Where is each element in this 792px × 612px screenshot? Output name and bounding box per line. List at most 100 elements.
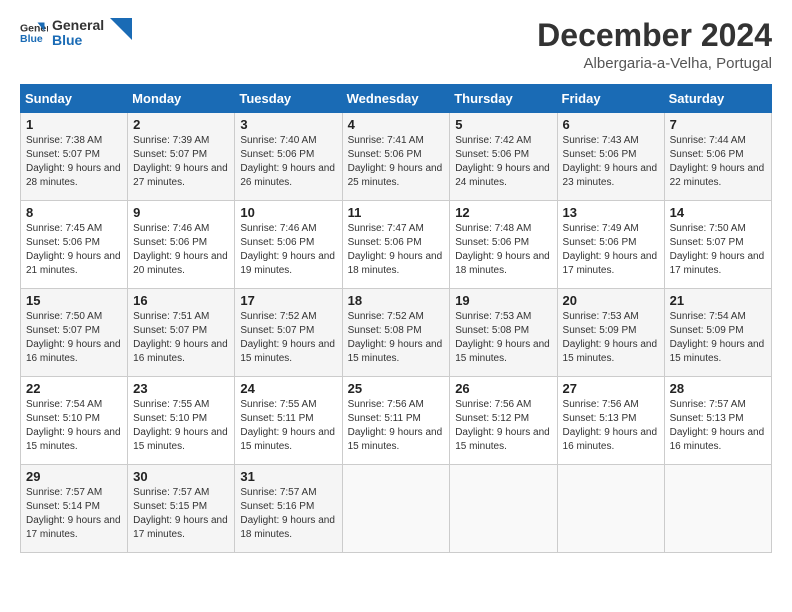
month-title: December 2024 <box>537 18 772 53</box>
day-info: Sunrise: 7:47 AMSunset: 5:06 PMDaylight:… <box>348 222 445 278</box>
logo-text-general: General <box>52 18 104 33</box>
day-number: 20 <box>563 293 659 308</box>
calendar-cell <box>557 465 664 553</box>
day-info: Sunrise: 7:41 AMSunset: 5:06 PMDaylight:… <box>348 134 445 190</box>
logo: General Blue General Blue <box>20 18 132 49</box>
day-info: Sunrise: 7:38 AMSunset: 5:07 PMDaylight:… <box>26 134 122 190</box>
location: Albergaria-a-Velha, Portugal <box>537 55 772 72</box>
day-number: 16 <box>133 293 229 308</box>
day-info: Sunrise: 7:57 AMSunset: 5:15 PMDaylight:… <box>133 486 229 542</box>
day-number: 21 <box>670 293 766 308</box>
calendar-header-row: SundayMondayTuesdayWednesdayThursdayFrid… <box>21 85 772 113</box>
day-info: Sunrise: 7:55 AMSunset: 5:11 PMDaylight:… <box>240 398 336 454</box>
day-number: 31 <box>240 469 336 484</box>
col-header-wednesday: Wednesday <box>342 85 450 113</box>
calendar-cell: 28 Sunrise: 7:57 AMSunset: 5:13 PMDaylig… <box>664 377 771 465</box>
calendar-cell: 8 Sunrise: 7:45 AMSunset: 5:06 PMDayligh… <box>21 201 128 289</box>
calendar-cell: 11 Sunrise: 7:47 AMSunset: 5:06 PMDaylig… <box>342 201 450 289</box>
day-info: Sunrise: 7:57 AMSunset: 5:14 PMDaylight:… <box>26 486 122 542</box>
day-number: 8 <box>26 205 122 220</box>
day-info: Sunrise: 7:48 AMSunset: 5:06 PMDaylight:… <box>455 222 551 278</box>
calendar-cell: 5 Sunrise: 7:42 AMSunset: 5:06 PMDayligh… <box>450 113 557 201</box>
day-number: 13 <box>563 205 659 220</box>
col-header-saturday: Saturday <box>664 85 771 113</box>
day-info: Sunrise: 7:54 AMSunset: 5:10 PMDaylight:… <box>26 398 122 454</box>
day-info: Sunrise: 7:53 AMSunset: 5:09 PMDaylight:… <box>563 310 659 366</box>
day-info: Sunrise: 7:49 AMSunset: 5:06 PMDaylight:… <box>563 222 659 278</box>
calendar-cell: 12 Sunrise: 7:48 AMSunset: 5:06 PMDaylig… <box>450 201 557 289</box>
day-number: 12 <box>455 205 551 220</box>
day-number: 26 <box>455 381 551 396</box>
day-number: 25 <box>348 381 445 396</box>
calendar-week-1: 1 Sunrise: 7:38 AMSunset: 5:07 PMDayligh… <box>21 113 772 201</box>
day-number: 3 <box>240 117 336 132</box>
calendar-cell: 9 Sunrise: 7:46 AMSunset: 5:06 PMDayligh… <box>128 201 235 289</box>
day-info: Sunrise: 7:56 AMSunset: 5:11 PMDaylight:… <box>348 398 445 454</box>
day-number: 24 <box>240 381 336 396</box>
day-number: 9 <box>133 205 229 220</box>
day-number: 6 <box>563 117 659 132</box>
calendar-cell: 26 Sunrise: 7:56 AMSunset: 5:12 PMDaylig… <box>450 377 557 465</box>
day-number: 19 <box>455 293 551 308</box>
day-number: 22 <box>26 381 122 396</box>
calendar-week-4: 22 Sunrise: 7:54 AMSunset: 5:10 PMDaylig… <box>21 377 772 465</box>
svg-text:Blue: Blue <box>20 33 43 45</box>
day-info: Sunrise: 7:39 AMSunset: 5:07 PMDaylight:… <box>133 134 229 190</box>
calendar-cell: 6 Sunrise: 7:43 AMSunset: 5:06 PMDayligh… <box>557 113 664 201</box>
calendar-cell: 15 Sunrise: 7:50 AMSunset: 5:07 PMDaylig… <box>21 289 128 377</box>
day-number: 10 <box>240 205 336 220</box>
calendar-cell: 27 Sunrise: 7:56 AMSunset: 5:13 PMDaylig… <box>557 377 664 465</box>
day-number: 1 <box>26 117 122 132</box>
calendar-cell: 25 Sunrise: 7:56 AMSunset: 5:11 PMDaylig… <box>342 377 450 465</box>
calendar-cell: 23 Sunrise: 7:55 AMSunset: 5:10 PMDaylig… <box>128 377 235 465</box>
calendar-cell: 31 Sunrise: 7:57 AMSunset: 5:16 PMDaylig… <box>235 465 342 553</box>
logo-text-blue: Blue <box>52 33 104 48</box>
col-header-thursday: Thursday <box>450 85 557 113</box>
day-info: Sunrise: 7:46 AMSunset: 5:06 PMDaylight:… <box>240 222 336 278</box>
day-info: Sunrise: 7:54 AMSunset: 5:09 PMDaylight:… <box>670 310 766 366</box>
day-number: 15 <box>26 293 122 308</box>
calendar-cell: 17 Sunrise: 7:52 AMSunset: 5:07 PMDaylig… <box>235 289 342 377</box>
day-number: 30 <box>133 469 229 484</box>
calendar-cell: 2 Sunrise: 7:39 AMSunset: 5:07 PMDayligh… <box>128 113 235 201</box>
day-info: Sunrise: 7:53 AMSunset: 5:08 PMDaylight:… <box>455 310 551 366</box>
calendar-cell: 16 Sunrise: 7:51 AMSunset: 5:07 PMDaylig… <box>128 289 235 377</box>
day-number: 18 <box>348 293 445 308</box>
calendar-cell: 14 Sunrise: 7:50 AMSunset: 5:07 PMDaylig… <box>664 201 771 289</box>
day-info: Sunrise: 7:42 AMSunset: 5:06 PMDaylight:… <box>455 134 551 190</box>
calendar-cell: 24 Sunrise: 7:55 AMSunset: 5:11 PMDaylig… <box>235 377 342 465</box>
calendar-week-2: 8 Sunrise: 7:45 AMSunset: 5:06 PMDayligh… <box>21 201 772 289</box>
col-header-tuesday: Tuesday <box>235 85 342 113</box>
day-info: Sunrise: 7:55 AMSunset: 5:10 PMDaylight:… <box>133 398 229 454</box>
calendar-cell: 30 Sunrise: 7:57 AMSunset: 5:15 PMDaylig… <box>128 465 235 553</box>
col-header-sunday: Sunday <box>21 85 128 113</box>
day-number: 2 <box>133 117 229 132</box>
logo-arrow-icon <box>110 18 132 40</box>
day-info: Sunrise: 7:56 AMSunset: 5:13 PMDaylight:… <box>563 398 659 454</box>
calendar-cell: 10 Sunrise: 7:46 AMSunset: 5:06 PMDaylig… <box>235 201 342 289</box>
day-number: 23 <box>133 381 229 396</box>
day-info: Sunrise: 7:52 AMSunset: 5:08 PMDaylight:… <box>348 310 445 366</box>
calendar-cell: 13 Sunrise: 7:49 AMSunset: 5:06 PMDaylig… <box>557 201 664 289</box>
calendar-week-5: 29 Sunrise: 7:57 AMSunset: 5:14 PMDaylig… <box>21 465 772 553</box>
day-info: Sunrise: 7:43 AMSunset: 5:06 PMDaylight:… <box>563 134 659 190</box>
col-header-monday: Monday <box>128 85 235 113</box>
calendar-cell: 18 Sunrise: 7:52 AMSunset: 5:08 PMDaylig… <box>342 289 450 377</box>
day-info: Sunrise: 7:51 AMSunset: 5:07 PMDaylight:… <box>133 310 229 366</box>
day-number: 7 <box>670 117 766 132</box>
calendar-cell: 20 Sunrise: 7:53 AMSunset: 5:09 PMDaylig… <box>557 289 664 377</box>
title-block: December 2024 Albergaria-a-Velha, Portug… <box>537 18 772 72</box>
calendar-cell <box>342 465 450 553</box>
day-info: Sunrise: 7:52 AMSunset: 5:07 PMDaylight:… <box>240 310 336 366</box>
calendar-cell: 29 Sunrise: 7:57 AMSunset: 5:14 PMDaylig… <box>21 465 128 553</box>
calendar-cell: 4 Sunrise: 7:41 AMSunset: 5:06 PMDayligh… <box>342 113 450 201</box>
day-info: Sunrise: 7:57 AMSunset: 5:13 PMDaylight:… <box>670 398 766 454</box>
calendar-week-3: 15 Sunrise: 7:50 AMSunset: 5:07 PMDaylig… <box>21 289 772 377</box>
day-info: Sunrise: 7:45 AMSunset: 5:06 PMDaylight:… <box>26 222 122 278</box>
col-header-friday: Friday <box>557 85 664 113</box>
day-info: Sunrise: 7:50 AMSunset: 5:07 PMDaylight:… <box>670 222 766 278</box>
day-number: 28 <box>670 381 766 396</box>
day-info: Sunrise: 7:56 AMSunset: 5:12 PMDaylight:… <box>455 398 551 454</box>
calendar-table: SundayMondayTuesdayWednesdayThursdayFrid… <box>20 84 772 553</box>
day-info: Sunrise: 7:46 AMSunset: 5:06 PMDaylight:… <box>133 222 229 278</box>
